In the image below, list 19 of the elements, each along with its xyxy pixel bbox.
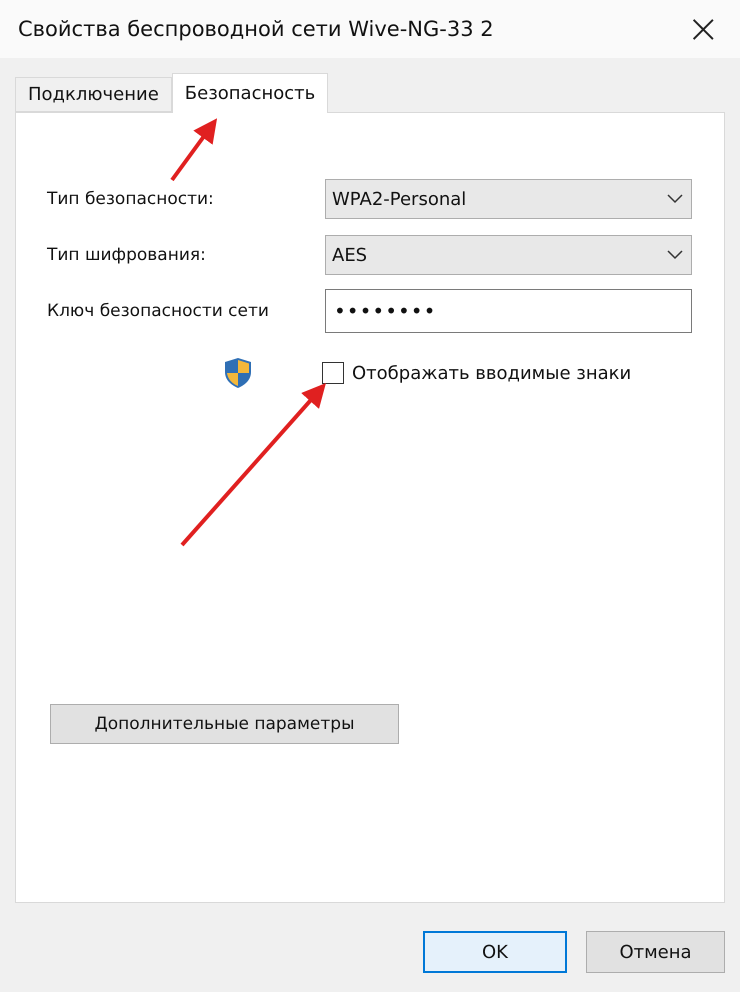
chevron-down-icon [667, 194, 683, 204]
chevron-down-icon [667, 250, 683, 260]
field-label: Тип шифрования: [47, 245, 207, 265]
annotation-arrow [170, 118, 218, 182]
password-field[interactable]: •••••••• [325, 289, 692, 333]
field-label: Тип безопасности: [47, 189, 215, 209]
shield-icon [224, 357, 252, 389]
dropdown[interactable]: WPA2-Personal [325, 179, 692, 219]
dropdown[interactable]: AES [325, 235, 692, 275]
ok-button[interactable]: OK [423, 931, 567, 973]
tab[interactable]: Безопасность [172, 73, 328, 113]
field-label: Ключ безопасности сети [47, 301, 270, 321]
advanced-settings-button[interactable]: Дополнительные параметры [50, 704, 399, 744]
cancel-button[interactable]: Отмена [586, 931, 725, 973]
close-button[interactable]: × [680, 9, 726, 49]
checkbox[interactable] [322, 362, 344, 384]
checkbox-label: Отображать вводимые знаки [352, 362, 632, 384]
tab[interactable]: Подключение [15, 77, 172, 112]
window-title: Свойства беспроводной сети Wive-NG-33 2 [18, 17, 494, 41]
